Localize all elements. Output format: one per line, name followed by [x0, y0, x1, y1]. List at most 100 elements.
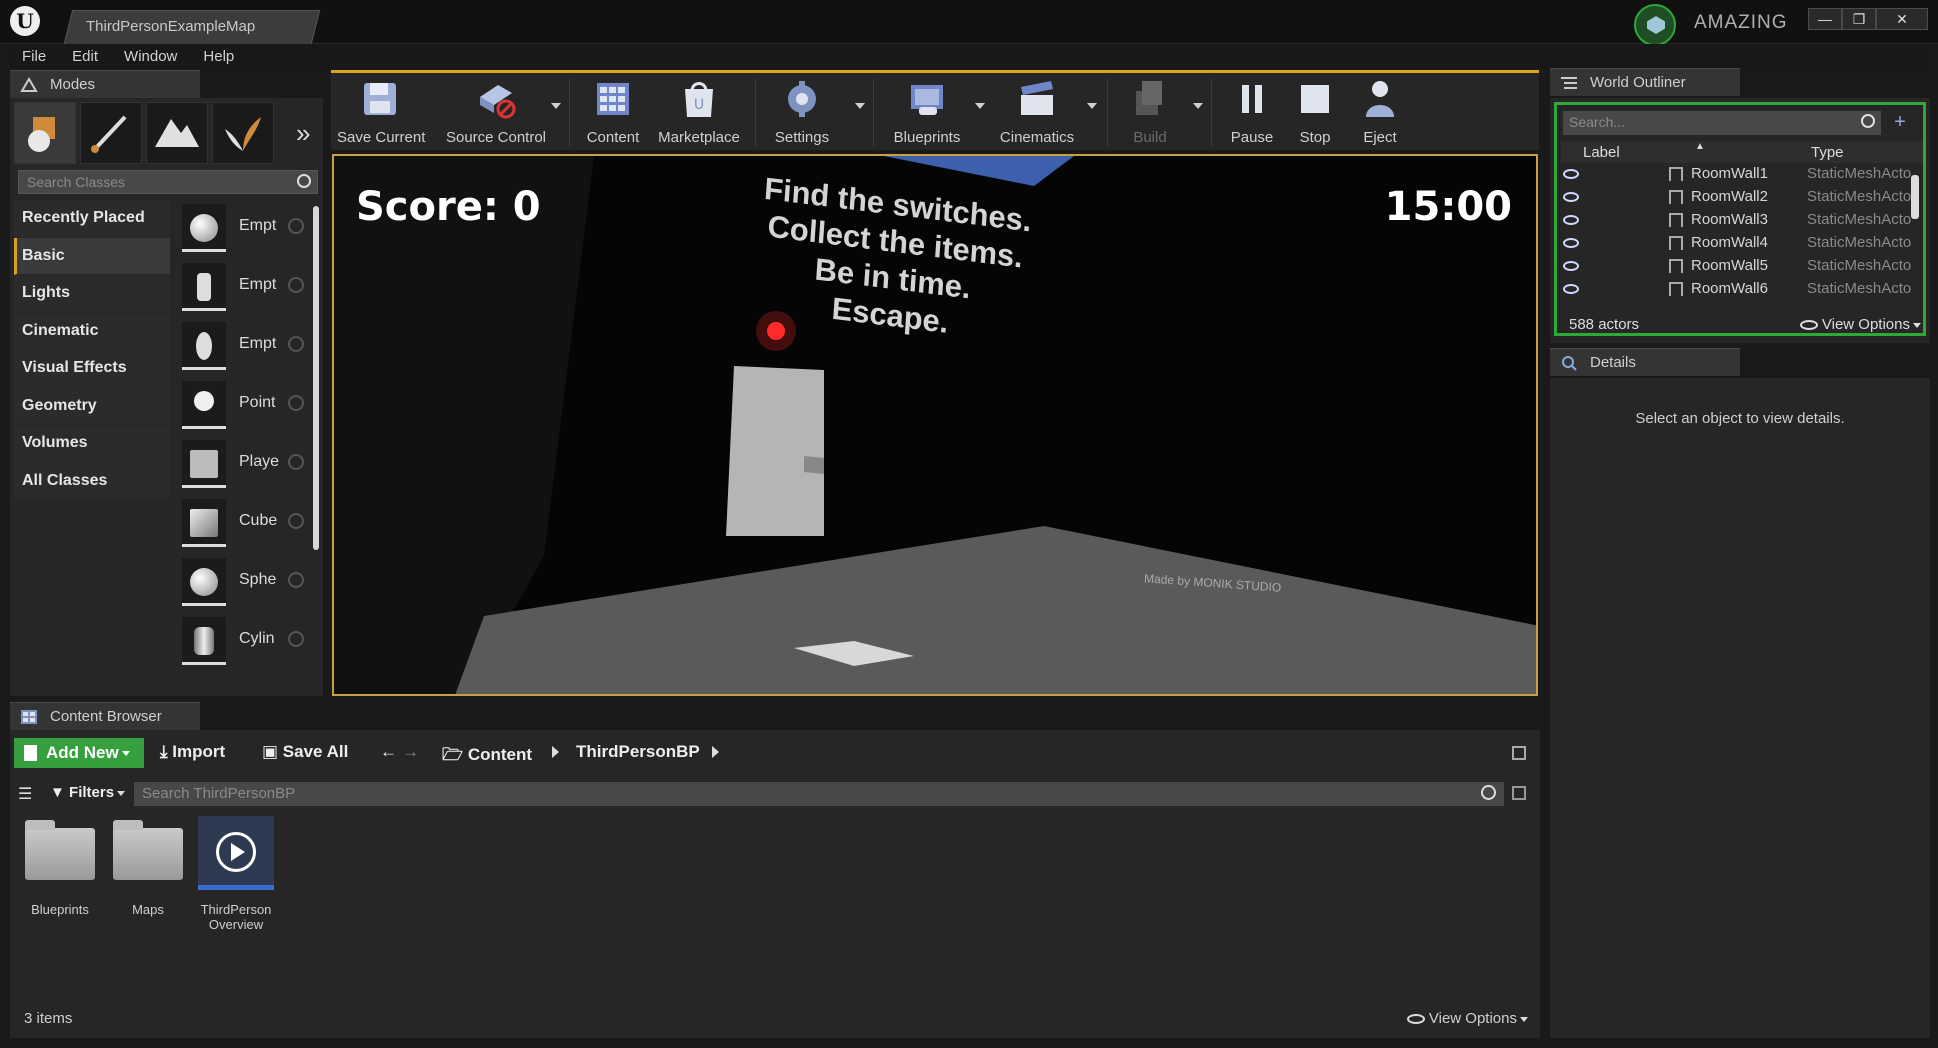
cinematics-dropdown-icon[interactable] — [1087, 103, 1097, 109]
breadcrumb-content[interactable]: 🗁 Content — [442, 742, 532, 771]
content-button[interactable]: Content — [581, 73, 645, 146]
placeable-item[interactable]: Sphe — [178, 556, 308, 615]
marketplace-button[interactable]: U Marketplace — [655, 73, 743, 146]
category-all-classes[interactable]: All Classes — [14, 462, 170, 500]
paint-mode-button[interactable] — [80, 102, 142, 164]
help-icon[interactable] — [288, 277, 304, 293]
breadcrumb-thirdpersonbp[interactable]: ThirdPersonBP — [576, 742, 700, 762]
cinematics-button[interactable]: Cinematics — [991, 73, 1083, 146]
breadcrumb-separator-icon[interactable] — [552, 746, 559, 758]
place-mode-button[interactable] — [14, 102, 76, 164]
source-control-button[interactable]: Source Control — [441, 73, 551, 146]
save-all-button[interactable]: ▣ Save All — [262, 742, 348, 762]
help-icon[interactable] — [288, 336, 304, 352]
menu-edit[interactable]: Edit — [60, 44, 112, 70]
foliage-mode-button[interactable] — [212, 102, 274, 164]
help-icon[interactable] — [288, 631, 304, 647]
save-search-icon[interactable] — [1512, 786, 1526, 800]
sources-panel-toggle-icon[interactable]: ☰ — [18, 784, 32, 804]
category-volumes[interactable]: Volumes — [14, 425, 170, 463]
placeable-item[interactable]: Empt — [178, 320, 308, 379]
visibility-eye-icon[interactable] — [1563, 215, 1579, 225]
unreal-logo-icon[interactable]: U — [10, 6, 40, 36]
blueprints-button[interactable]: Blueprints — [885, 73, 969, 146]
outliner-view-options-button[interactable]: View Options — [1799, 316, 1921, 333]
build-button[interactable]: Build — [1119, 73, 1181, 146]
asset-tile[interactable]: Maps — [108, 816, 188, 917]
level-tab[interactable]: ThirdPersonExampleMap — [63, 10, 321, 44]
outliner-row[interactable]: RoomWall4 StaticMeshActor — [1561, 232, 1911, 255]
settings-dropdown-icon[interactable] — [855, 103, 865, 109]
outliner-row[interactable]: RoomWall6 StaticMeshActor — [1561, 278, 1911, 301]
asset-tile[interactable]: ThirdPerson Overview — [196, 816, 276, 932]
more-modes-button[interactable]: » — [296, 118, 310, 149]
category-visual-effects[interactable]: Visual Effects — [14, 350, 170, 388]
help-icon[interactable] — [288, 454, 304, 470]
outliner-row[interactable]: RoomWall5 StaticMeshActor — [1561, 255, 1911, 278]
menu-window[interactable]: Window — [112, 44, 191, 70]
menu-help[interactable]: Help — [191, 44, 248, 70]
placeable-item[interactable]: Cylin — [178, 615, 308, 674]
outliner-row[interactable]: RoomWall3 StaticMeshActor — [1561, 209, 1911, 232]
visibility-eye-icon[interactable] — [1563, 238, 1579, 248]
level-viewport[interactable]: Score: 0 15:00 Find the switches. Collec… — [332, 154, 1538, 696]
content-filter-row: ☰ ▼ Filters Search ThirdPersonBP — [10, 778, 1540, 808]
placeable-item[interactable]: Playe — [178, 438, 308, 497]
column-label-header[interactable]: Label — [1583, 144, 1620, 161]
help-icon[interactable] — [288, 572, 304, 588]
help-icon[interactable] — [288, 395, 304, 411]
pause-button[interactable]: Pause — [1223, 73, 1281, 146]
content-search-input[interactable]: Search ThirdPersonBP — [134, 782, 1504, 806]
import-button[interactable]: ⤓ Import — [160, 742, 225, 762]
world-outliner-tab[interactable]: World Outliner — [1550, 68, 1740, 96]
category-basic[interactable]: Basic — [14, 237, 170, 275]
outliner-row[interactable]: RoomWall1 StaticMeshActor — [1561, 163, 1911, 186]
help-icon[interactable] — [288, 218, 304, 234]
search-classes-input[interactable]: Search Classes — [18, 170, 318, 194]
outliner-row[interactable]: RoomWall2 StaticMeshActor — [1561, 186, 1911, 209]
filters-button[interactable]: ▼ Filters — [50, 784, 126, 801]
menu-file[interactable]: File — [10, 44, 60, 70]
source-control-dropdown-icon[interactable] — [551, 103, 561, 109]
placeable-item[interactable]: Empt — [178, 202, 308, 261]
maximize-button[interactable]: ❐ — [1842, 8, 1876, 30]
stop-button[interactable]: Stop — [1287, 73, 1343, 146]
save-current-button[interactable]: Save Current — [337, 73, 425, 146]
visibility-eye-icon[interactable] — [1563, 284, 1579, 294]
category-geometry[interactable]: Geometry — [14, 387, 170, 425]
modes-scrollbar[interactable] — [313, 206, 319, 550]
placeable-item[interactable]: Empt — [178, 261, 308, 320]
modes-tab[interactable]: Modes — [10, 70, 200, 98]
content-view-options-button[interactable]: View Options — [1406, 1010, 1528, 1027]
source-control-status-icon[interactable] — [1634, 4, 1676, 46]
settings-button[interactable]: Settings — [767, 73, 837, 146]
category-cinematic[interactable]: Cinematic — [14, 312, 170, 350]
category-lights[interactable]: Lights — [14, 275, 170, 313]
visibility-eye-icon[interactable] — [1563, 169, 1579, 179]
visibility-eye-icon[interactable] — [1563, 192, 1579, 202]
minimize-button[interactable]: — — [1808, 8, 1842, 30]
category-recently-placed[interactable]: Recently Placed — [14, 200, 170, 238]
landscape-mode-button[interactable] — [146, 102, 208, 164]
build-label: Build — [1133, 129, 1167, 146]
placeable-item[interactable]: Cube — [178, 497, 308, 556]
help-icon[interactable] — [288, 513, 304, 529]
content-browser-tab[interactable]: Content Browser — [10, 702, 200, 730]
history-back-button[interactable]: ← — [380, 742, 397, 762]
placeable-item[interactable]: Point — [178, 379, 308, 438]
eject-button[interactable]: Eject — [1351, 73, 1409, 146]
column-type-header[interactable]: Type — [1811, 144, 1844, 161]
blueprints-dropdown-icon[interactable] — [975, 103, 985, 109]
close-button[interactable]: ✕ — [1876, 8, 1928, 30]
breadcrumb-separator-icon[interactable] — [712, 746, 719, 758]
add-new-button[interactable]: Add New — [14, 738, 144, 768]
add-folder-icon[interactable]: + — [1889, 111, 1911, 133]
outliner-search-input[interactable]: Search... — [1563, 111, 1881, 135]
history-forward-button[interactable]: → — [402, 742, 419, 762]
asset-tile[interactable]: Blueprints — [20, 816, 100, 917]
lock-icon[interactable] — [1512, 746, 1526, 760]
build-dropdown-icon[interactable] — [1193, 103, 1203, 109]
details-tab[interactable]: Details — [1550, 348, 1740, 376]
outliner-scrollbar[interactable] — [1911, 175, 1919, 219]
visibility-eye-icon[interactable] — [1563, 261, 1579, 271]
